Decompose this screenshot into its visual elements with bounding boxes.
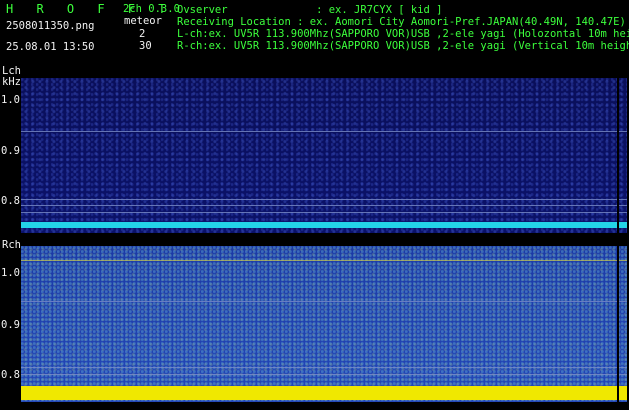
time-marker (617, 78, 619, 233)
rch-label: Rch (2, 239, 21, 251)
mode-label: 2ch 0.3.0 (123, 3, 180, 15)
meteor-count-label: meteor (124, 15, 162, 27)
gridline (21, 212, 627, 213)
gridline (21, 367, 627, 368)
meteor-count-rch: 30 (139, 40, 152, 52)
lch-ytick: 1.0 (1, 94, 20, 106)
time-marker (617, 246, 619, 402)
datetime-label: 25.08.01 13:50 (6, 41, 95, 53)
lch-line: L-ch:ex. UV5R 113.900Mhz(SAPPORO VOR)USB… (177, 28, 629, 40)
rch-line: R-ch:ex. UV5R 113.900Mhz(SAPPORO VOR)USB… (177, 40, 629, 52)
lch-unit-label: kHz (2, 76, 21, 88)
observer-line: Ovserver : ex. JR7CYX [ kid ] (177, 4, 443, 16)
gridline (21, 374, 627, 375)
rch-ytick: 1.0 (1, 267, 20, 279)
lch-ytick: 0.9 (1, 145, 20, 157)
lch-signal-band (21, 222, 627, 228)
gridline (21, 131, 627, 132)
rch-ytick: 0.9 (1, 319, 20, 331)
gridline (21, 260, 627, 261)
gridline (21, 301, 627, 302)
lch-ytick: 0.8 (1, 195, 20, 207)
filename-label: 2508011350.png (6, 20, 95, 32)
gridline (21, 199, 627, 200)
meteor-count-lch: 2 (139, 28, 146, 40)
rch-spectrogram (21, 246, 627, 402)
rch-signal-band (21, 386, 627, 400)
station-info: Ovserver : ex. JR7CYX [ kid ] Receiving … (177, 4, 629, 52)
location-line: Receiving Location : ex. Aomori City Aom… (177, 16, 626, 28)
gridline (21, 205, 627, 206)
lch-spectrogram (21, 78, 627, 233)
rch-ytick: 0.8 (1, 369, 20, 381)
